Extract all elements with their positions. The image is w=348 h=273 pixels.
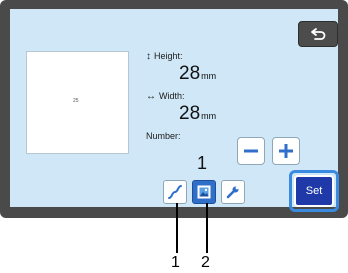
- minus-icon: [244, 149, 258, 153]
- vertical-arrow-icon: ↕: [146, 51, 151, 62]
- minus-button[interactable]: [237, 137, 265, 165]
- callout-label-1: 1: [171, 254, 180, 271]
- image-icon: [197, 185, 211, 199]
- width-value: 28: [179, 103, 201, 124]
- wrench-icon: [226, 186, 239, 199]
- width-label-row: ↔ Width:: [146, 91, 185, 102]
- height-label: Height:: [154, 51, 183, 61]
- height-label-row: ↕ Height:: [146, 51, 183, 62]
- callout-line-2: [206, 203, 208, 253]
- image-button[interactable]: [192, 180, 216, 204]
- number-value: 1: [197, 153, 208, 173]
- plus-button[interactable]: [272, 137, 300, 165]
- height-value-row: 28mm: [179, 63, 216, 85]
- set-button[interactable]: Set: [294, 175, 334, 207]
- curve-button[interactable]: [163, 180, 187, 204]
- curve-icon: [168, 185, 182, 199]
- device-screen-figure: 25 ↕ Height: 28mm ↔ Width: 28mm Number: 1: [0, 0, 348, 273]
- pattern-preview: 25: [26, 51, 129, 154]
- device-bezel: 25 ↕ Height: 28mm ↔ Width: 28mm Number: 1: [0, 0, 348, 218]
- settings-button[interactable]: [221, 180, 245, 204]
- preview-label: 25: [73, 98, 79, 104]
- width-value-row: 28mm: [179, 103, 216, 125]
- callout-label-2: 2: [201, 254, 210, 271]
- screen: 25 ↕ Height: 28mm ↔ Width: 28mm Number: 1: [10, 9, 339, 212]
- back-button[interactable]: [298, 21, 338, 47]
- height-value: 28: [179, 63, 201, 84]
- horizontal-arrow-icon: ↔: [146, 91, 156, 102]
- width-unit: mm: [201, 111, 217, 121]
- callout-line-1: [176, 203, 178, 253]
- number-label: Number:: [146, 131, 181, 141]
- height-unit: mm: [201, 71, 217, 81]
- plus-icon: [279, 144, 293, 158]
- width-label: Width:: [159, 91, 185, 101]
- back-arrow-icon: [311, 28, 326, 40]
